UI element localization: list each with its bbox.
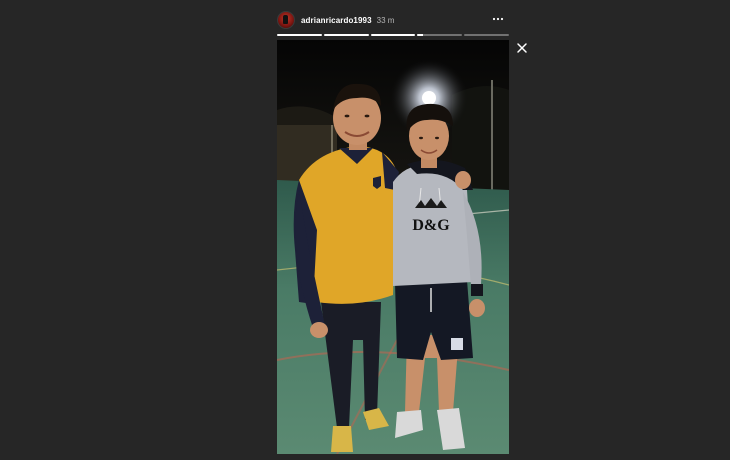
user-avatar[interactable] [277,11,295,29]
progress-segment-fill [370,34,416,36]
story-photo[interactable]: D&G [277,40,509,454]
progress-segment [370,34,416,36]
story-header: adrianricardo1993 33 m [277,8,509,32]
hoodie-logo: D&G [412,217,450,234]
more-options-button[interactable] [491,12,505,26]
progress-segment-fill [417,34,423,36]
progress-segment [417,34,463,36]
story-username[interactable]: adrianricardo1993 [301,16,372,25]
more-horizontal-icon [492,17,504,21]
story-progress-bar [277,34,509,36]
progress-segment-fill [277,34,322,36]
close-button[interactable] [515,41,529,55]
progress-segment [464,34,509,36]
progress-segment-fill [323,34,369,36]
progress-segment [323,34,369,36]
close-icon [517,43,527,53]
story-viewer: adrianricardo1993 33 m D&G [0,0,730,460]
progress-segment [277,34,322,36]
story-timestamp: 33 m [376,15,395,25]
